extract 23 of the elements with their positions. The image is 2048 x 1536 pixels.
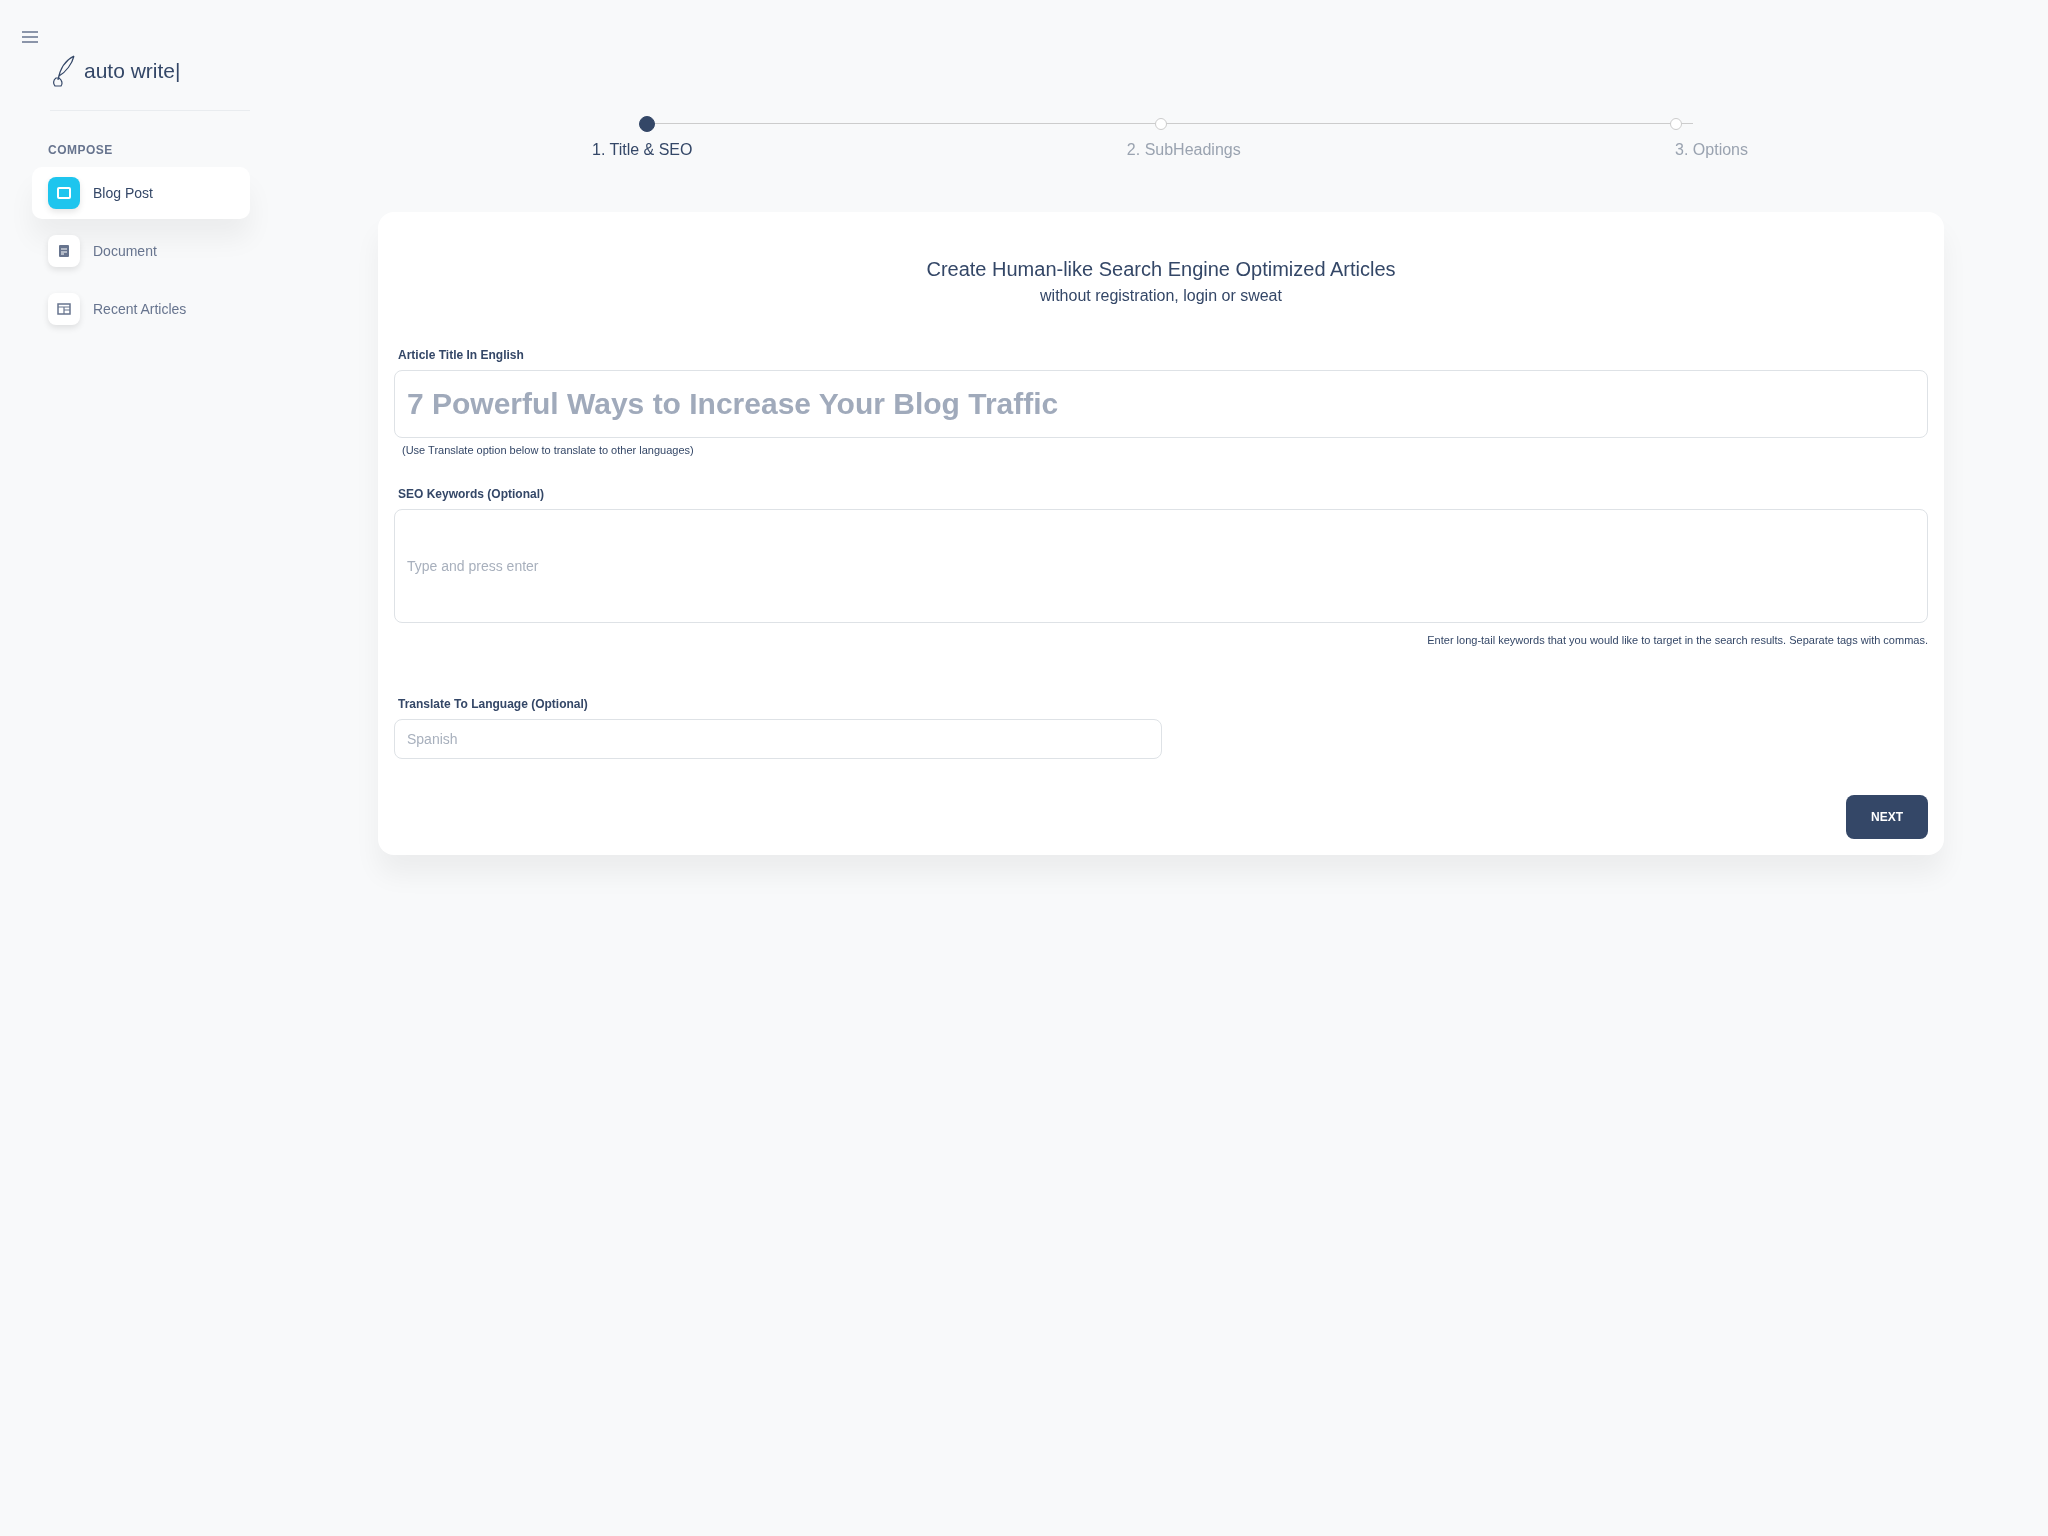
title-input[interactable]: 7 Powerful Ways to Increase Your Blog Traffic	[394, 370, 1928, 438]
keywords-input[interactable]: Type and press enter	[394, 508, 1928, 623]
field-label: Article Title In English	[398, 347, 525, 364]
sidebar-item[interactable]: Blog Post	[32, 167, 250, 219]
form-subheading: without registration, login or sweat	[1039, 286, 1283, 306]
sidebar-item[interactable]: Document	[32, 225, 250, 277]
help-text: Enter long-tail keywords that you would like to target in the search results. Separate tags with commas.	[1427, 633, 1928, 646]
form-heading: Create Human-like Search Engine Optimized Articles	[925, 257, 1397, 282]
step-label[interactable]: 1. Title & SEO	[592, 138, 693, 162]
document-icon	[48, 235, 80, 267]
next-button[interactable]: NEXT	[1846, 794, 1928, 839]
step-label[interactable]: 3. Options	[1675, 138, 1748, 162]
sidebar-item[interactable]: Recent Articles	[32, 283, 250, 335]
step-label[interactable]: 2. SubHeadings	[1126, 138, 1241, 162]
window-icon	[48, 177, 80, 209]
field-label: Translate To Language (Optional)	[398, 695, 589, 713]
quill-pen-icon	[50, 54, 76, 88]
field-label: SEO Keywords (Optional)	[398, 485, 545, 503]
language-input[interactable]: Spanish	[394, 718, 1162, 759]
help-text: (Use Translate option below to translate to other languages)	[402, 443, 695, 458]
table-icon	[48, 293, 80, 325]
section-heading: COMPOSE	[48, 142, 114, 159]
brand-name: auto write|	[84, 58, 181, 85]
